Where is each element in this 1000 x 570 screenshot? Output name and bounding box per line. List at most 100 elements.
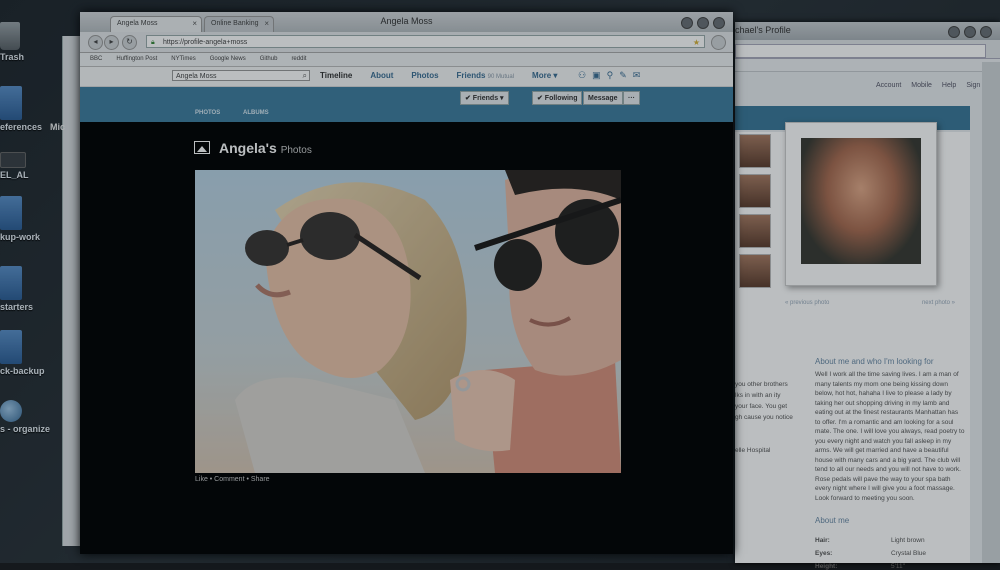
maximize-icon[interactable]	[964, 26, 976, 38]
following-button[interactable]: ✔ Following	[532, 91, 583, 105]
nav-about[interactable]: About	[370, 71, 393, 80]
tab-photos[interactable]: PHOTOS	[195, 110, 220, 116]
address-bar[interactable]: 🔒︎ https://profile-angela+moss ★	[146, 35, 705, 48]
photos-page: Angela's Photos Like • Comment • Share	[80, 122, 733, 554]
attribute-key: Hair:	[815, 537, 830, 544]
forward-icon[interactable]: ▸	[104, 35, 119, 50]
left-text-line: your face. You get	[735, 403, 788, 410]
attribute-value: Light brown	[891, 537, 925, 544]
thumbnail[interactable]	[739, 134, 771, 168]
photo-actions[interactable]: Like • Comment • Share	[195, 476, 270, 483]
folder-icon	[0, 266, 22, 300]
friends-icon[interactable]: ⚇	[578, 70, 586, 81]
trash-icon	[0, 22, 20, 50]
messages-icon[interactable]: ▣	[592, 70, 601, 81]
about-me-heading: About me	[815, 516, 850, 525]
lock-icon: 🔒︎	[151, 39, 155, 46]
link-account[interactable]: Account	[876, 82, 901, 89]
minimize-icon[interactable]	[681, 17, 693, 29]
background-window-label: Mic	[50, 122, 66, 132]
about-heading: About me and who I'm looking for	[815, 357, 934, 366]
desktop-icon-backup[interactable]: ck-backup	[0, 330, 48, 376]
link-help[interactable]: Help	[942, 82, 956, 89]
desktop-icon-backup-work[interactable]: kup-work	[0, 196, 48, 242]
friends-button[interactable]: ✔ Friends ▾	[460, 91, 509, 105]
previous-photo-link[interactable]: « previous photo	[785, 300, 829, 306]
globe-icon	[0, 400, 22, 422]
nav-timeline[interactable]: Timeline	[320, 71, 352, 80]
left-text-line: lks in with an ity	[735, 392, 781, 399]
left-text-line: elle Hospital	[735, 447, 771, 454]
profile-photo-frame	[785, 122, 937, 286]
search-input[interactable]: Angela Moss ⌕	[172, 70, 310, 81]
desktop-icon-label: eferences	[0, 122, 43, 132]
bookmark-item[interactable]: Google News	[210, 53, 246, 66]
main-photo[interactable]	[195, 170, 621, 473]
attribute-eyes: Eyes: Crystal Blue	[815, 550, 965, 557]
desktop-icon-label: starters	[0, 302, 34, 312]
attribute-hair: Hair: Light brown	[815, 537, 965, 544]
profile-top-links: Account Mobile Help Sign out	[876, 82, 992, 89]
minimize-icon[interactable]	[948, 26, 960, 38]
mail-icon[interactable]: ✉	[633, 70, 641, 81]
bookmark-item[interactable]: Huffington Post	[116, 53, 157, 66]
desktop-icon-trash[interactable]: Trash	[0, 22, 48, 62]
profile-left-text: you other brothers lks in with an ity yo…	[735, 379, 811, 456]
desktop-icon-label: ck-backup	[0, 366, 45, 376]
browser-toolbar: ◂ ▸ ↻ 🔒︎ https://profile-angela+moss ★	[80, 32, 733, 53]
thumbnail[interactable]	[739, 214, 771, 248]
left-text-line: gh cause you notice	[735, 414, 793, 421]
bookmark-item[interactable]: Github	[260, 53, 278, 66]
profile-url-field[interactable]	[735, 44, 986, 58]
search-value: Angela Moss	[176, 73, 217, 80]
page-title: Angela's Photos	[219, 140, 312, 156]
link-mobile[interactable]: Mobile	[911, 82, 932, 89]
attribute-key: Height:	[815, 563, 838, 570]
bookmark-item[interactable]: reddit	[291, 53, 306, 66]
nav-friends[interactable]: Friends 90 Mutual	[457, 71, 515, 80]
profile-scrollbar[interactable]	[982, 62, 1000, 563]
attribute-key: Eyes:	[815, 550, 833, 557]
thumbnail[interactable]	[739, 174, 771, 208]
settings-icon[interactable]	[711, 35, 726, 50]
folder-icon	[0, 86, 22, 120]
page-title-suffix: Photos	[280, 145, 312, 156]
nav-more[interactable]: More ▾	[532, 71, 557, 80]
nav-photos[interactable]: Photos	[411, 71, 438, 80]
url-text: https://profile-angela+moss	[163, 39, 248, 46]
message-button[interactable]: Message	[583, 91, 623, 105]
reload-icon[interactable]: ↻	[122, 35, 137, 50]
profile-photo[interactable]	[801, 138, 921, 264]
profile-navigation: Angela Moss ⌕ Timeline About Photos Frie…	[80, 67, 733, 87]
left-text-line	[735, 423, 811, 434]
page-title-name: Angela's	[219, 140, 277, 156]
main-window-titlebar[interactable]: Angela Moss × Online Banking × Angela Mo…	[80, 12, 733, 32]
mutual-count: 90 Mutual	[487, 74, 515, 80]
profile-window-title: chael's Profile	[735, 25, 791, 35]
photo-icon	[194, 141, 210, 154]
close-icon[interactable]	[713, 17, 725, 29]
search-icon[interactable]: ⌕	[303, 70, 307, 81]
edit-icon[interactable]: ✎	[619, 70, 627, 81]
attribute-value: Crystal Blue	[891, 550, 927, 557]
desktop-icon-preferences[interactable]: eferences	[0, 86, 48, 132]
thumbnail[interactable]	[739, 254, 771, 288]
bookmark-item[interactable]: NYTimes	[171, 53, 195, 66]
profile-window-titlebar[interactable]: chael's Profile	[735, 22, 1000, 40]
folder-icon	[0, 330, 22, 364]
location-icon[interactable]: ⚲	[607, 70, 614, 81]
maximize-icon[interactable]	[697, 17, 709, 29]
profile-window: chael's Profile Account Mobile Help Sign…	[735, 22, 1000, 570]
close-icon[interactable]	[980, 26, 992, 38]
back-icon[interactable]: ◂	[88, 35, 103, 50]
more-button[interactable]: ···	[623, 91, 640, 105]
bookmark-star-icon[interactable]: ★	[693, 36, 700, 49]
desktop-icon-el-al[interactable]: EL_AL	[0, 152, 48, 180]
next-photo-link[interactable]: next photo »	[922, 300, 955, 306]
desktop-icon-label: s - organize	[0, 424, 51, 434]
drive-icon	[0, 152, 26, 168]
desktop-icon-organize[interactable]: s - organize	[0, 400, 51, 434]
tab-albums[interactable]: ALBUMS	[243, 110, 269, 116]
bookmark-item[interactable]: BBC	[90, 53, 102, 66]
desktop-icon-starters[interactable]: starters	[0, 266, 48, 312]
